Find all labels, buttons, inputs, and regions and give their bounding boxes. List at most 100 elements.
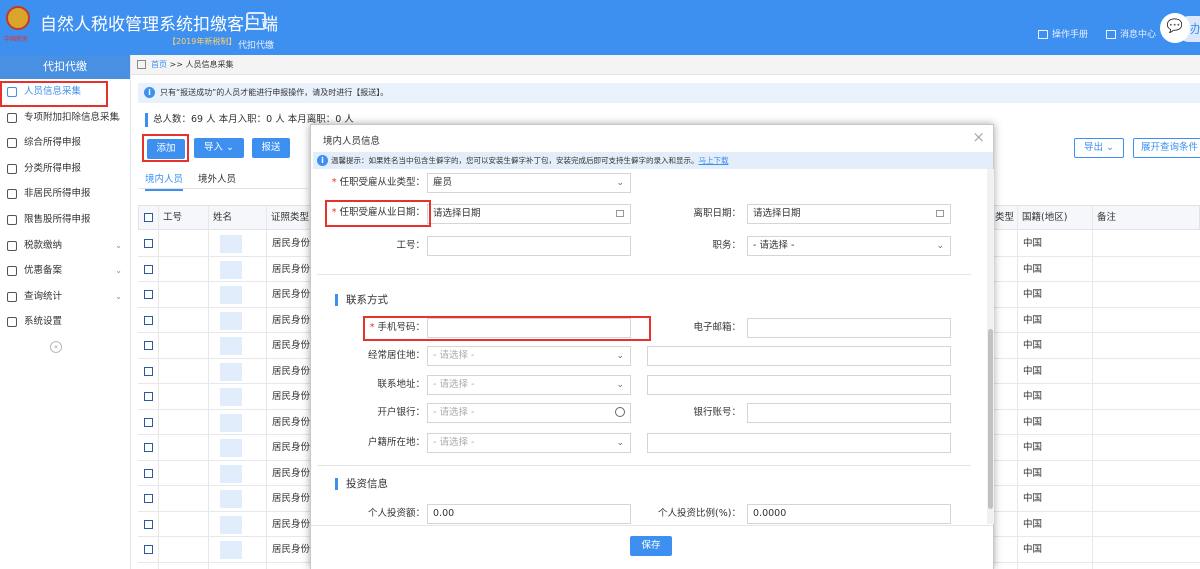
gear-icon (7, 317, 17, 328)
manual-link[interactable]: 操作手册 (1038, 27, 1088, 40)
job-no-input[interactable] (427, 236, 631, 256)
breadcrumb-current: 人员信息采集 (185, 60, 234, 69)
row-checkbox[interactable] (144, 443, 153, 452)
invest-ratio-input[interactable]: 0.0000 (747, 504, 951, 524)
home-icon (137, 60, 146, 69)
close-icon[interactable]: × (972, 128, 985, 146)
cell-id-type: 居民身份 (272, 518, 311, 530)
sidebar-item-1[interactable]: 专项附加扣除信息采集 ⌄ (0, 105, 130, 131)
row-checkbox[interactable] (144, 392, 153, 401)
row-checkbox[interactable] (144, 264, 153, 274)
info-icon: i (144, 87, 155, 98)
address-select[interactable]: - 请选择 - ⌄ (427, 375, 631, 395)
row-checkbox[interactable] (144, 290, 153, 299)
chat-icon[interactable]: 💬 (1160, 13, 1190, 43)
email-input[interactable] (747, 318, 951, 338)
blurred-name (220, 235, 242, 253)
notice-text: 只有“报送成功”的人员才能进行申报操作，请及时进行【报送】。 (160, 88, 389, 97)
import-button[interactable]: 导入 ⌄ (194, 138, 244, 158)
col-header-type: 类型 (995, 212, 1015, 223)
invest-amount-input[interactable]: 0.00 (427, 504, 631, 524)
row-checkbox[interactable] (144, 315, 153, 325)
cell-nationality: 中国 (1023, 544, 1043, 555)
row-checkbox[interactable] (144, 519, 153, 529)
row-checkbox[interactable] (144, 239, 153, 248)
row-checkbox[interactable] (144, 494, 153, 503)
residence-detail-input[interactable] (647, 346, 951, 366)
select-all-checkbox[interactable] (144, 213, 153, 222)
row-checkbox[interactable] (144, 468, 153, 478)
invest-ratio-label: 个人投资比例(%)： (658, 508, 741, 519)
blurred-name (220, 439, 242, 457)
sidebar-item-8[interactable]: 查询统计 ⌄ (0, 284, 130, 310)
blurred-name (220, 337, 242, 355)
dialog-scrollbar[interactable] (987, 169, 994, 524)
leave-date-field[interactable]: 请选择日期 (747, 204, 951, 224)
household-detail-input[interactable] (647, 433, 951, 453)
highlight-add-button (142, 134, 189, 162)
chevron-down-icon: ⌄ (115, 266, 122, 276)
cell-nationality: 中国 (1023, 442, 1043, 453)
scrollbar-thumb[interactable] (988, 329, 993, 509)
bank-select[interactable]: - 请选择 - (427, 403, 631, 423)
submit-button[interactable]: 报送 (252, 138, 290, 158)
cell-nationality: 中国 (1023, 493, 1043, 504)
row-checkbox[interactable] (144, 341, 153, 350)
residence-select[interactable]: - 请选择 - ⌄ (427, 346, 631, 366)
section-divider (317, 274, 971, 275)
sidebar-title: 代扣代缴 (0, 55, 130, 79)
employ-date-field[interactable]: 请选择日期 (427, 204, 631, 224)
cell-id-type: 居民身份 (272, 391, 311, 402)
expand-query-button[interactable]: 展开查询条件 (1133, 138, 1200, 158)
invest-amount-label: 个人投资额： (367, 508, 425, 519)
messages-link[interactable]: 消息中心 (1106, 27, 1156, 40)
blurred-name (220, 362, 242, 381)
residence-label: 经常居住地： (367, 350, 425, 361)
save-button[interactable]: 保存 (630, 536, 672, 556)
tab-foreign[interactable]: 境外人员 (198, 171, 236, 185)
cell-nationality: 中国 (1023, 340, 1043, 351)
breadcrumb-home[interactable]: 首页 (151, 60, 167, 69)
cell-id-type: 居民身份 (272, 442, 311, 453)
sidebar-item-label: 查询统计 (24, 290, 63, 302)
search-icon (615, 407, 625, 417)
sidebar-item-3[interactable]: 分类所得申报 (0, 156, 130, 182)
download-link[interactable]: 马上下载 (699, 156, 729, 165)
breadcrumb: 首页 >> 人员信息采集 (131, 55, 1200, 75)
cell-id-type: 居民身份 (272, 289, 311, 300)
sidebar-item-2[interactable]: 综合所得申报 (0, 130, 130, 156)
employ-type-label: * 任职受雇从业类型： (331, 177, 425, 188)
sidebar-item-label: 分类所得申报 (24, 162, 82, 174)
cell-id-type: 居民身份 (272, 467, 311, 479)
row-checkbox[interactable] (144, 417, 153, 427)
sidebar-item-label: 系统设置 (24, 316, 63, 328)
bank-label: 开户银行： (377, 407, 425, 418)
email-label: 电子邮箱： (693, 322, 741, 333)
row-checkbox[interactable] (144, 366, 153, 376)
briefcase-icon[interactable] (246, 12, 266, 30)
calendar-icon (936, 210, 944, 217)
sidebar-item-label: 限售股所得申报 (24, 213, 91, 225)
highlight-employ-date (325, 200, 431, 227)
section-divider (317, 465, 971, 466)
chevron-down-icon: ⌄ (115, 240, 122, 250)
cell-nationality: 中国 (1023, 518, 1043, 530)
sidebar-item-9[interactable]: 系统设置 (0, 309, 130, 335)
position-select[interactable]: - 请选择 - ⌄ (747, 236, 951, 256)
row-checkbox[interactable] (144, 545, 153, 554)
folder-icon (7, 240, 17, 251)
col-header-nationality: 国籍(地区) (1022, 212, 1068, 223)
sidebar-item-4[interactable]: 非居民所得申报 (0, 181, 130, 207)
employ-type-select[interactable]: 雇员 ⌄ (427, 173, 631, 193)
household-select[interactable]: - 请选择 - ⌄ (427, 433, 631, 453)
collapse-sidebar-button[interactable]: « (50, 341, 62, 353)
invest-section-title: 投资信息 (335, 478, 388, 490)
sidebar-item-7[interactable]: 优惠备案 ⌄ (0, 258, 130, 284)
sidebar-item-6[interactable]: 税款缴纳 ⌄ (0, 233, 130, 259)
account-input[interactable] (747, 403, 951, 423)
address-detail-input[interactable] (647, 375, 951, 395)
mode-label[interactable]: 代扣代缴 (238, 38, 274, 51)
highlight-sidebar-item (0, 81, 108, 107)
sidebar-item-5[interactable]: 限售股所得申报 (0, 207, 130, 233)
export-button[interactable]: 导出 ⌄ (1074, 138, 1124, 158)
